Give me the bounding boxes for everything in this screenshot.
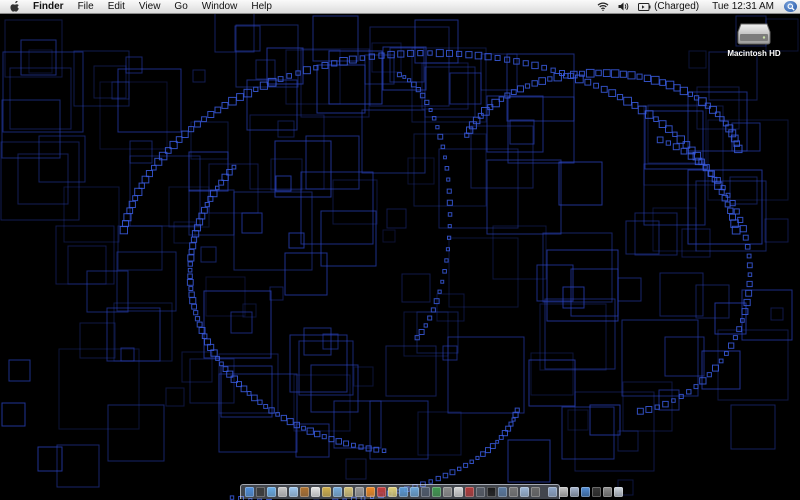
dock-item-dashboard[interactable] [256,487,265,497]
desktop-icon-label: Macintosh HD [727,49,781,58]
dock-item-app-33[interactable] [603,487,612,497]
dock-item-mail[interactable] [278,487,287,497]
dock-item-downloads-stack[interactable] [570,487,579,497]
dock-item-app-16[interactable] [410,487,419,497]
dock-item-app-32[interactable] [592,487,601,497]
dock [240,484,623,499]
dock-item-app-19[interactable] [443,487,452,497]
dock-item-app-24[interactable] [498,487,507,497]
dock-item-app-18[interactable] [432,487,441,497]
hard-drive-icon [737,23,771,45]
dock-item-app-13[interactable] [377,487,386,497]
dock-item-itunes[interactable] [333,487,342,497]
volume-icon[interactable] [618,2,629,11]
dock-item-terminal[interactable] [487,487,496,497]
dock-item-app-26[interactable] [520,487,529,497]
desktop-icon-macintosh-hd[interactable]: Macintosh HD [724,20,784,58]
dock-item-preview[interactable] [322,487,331,497]
dock-item-app-15[interactable] [399,487,408,497]
dock-item-app-27[interactable] [531,487,540,497]
wifi-icon[interactable] [597,2,609,11]
dock-item-documents-stack[interactable] [559,487,568,497]
battery-icon [638,2,651,11]
dock-item-ical[interactable] [311,487,320,497]
menu-view[interactable]: View [132,0,168,13]
menu-file[interactable]: File [71,0,101,13]
menu-help[interactable]: Help [244,0,279,13]
battery-menu[interactable]: (Charged) [638,0,699,13]
dock-item-app-17[interactable] [421,487,430,497]
dock-item-ichat[interactable] [289,487,298,497]
desktop-wallpaper [0,13,800,500]
dock-item-iphoto[interactable] [344,487,353,497]
battery-status: (Charged) [654,1,700,12]
app-name-menu[interactable]: Finder [26,0,71,13]
spotlight-search-button[interactable] [784,1,797,12]
dock-item-finder[interactable] [245,487,254,497]
dock-item-trash[interactable] [614,487,623,497]
dock-item-app-21[interactable] [465,487,474,497]
menu-bar: Finder File Edit View Go Window Help (Ch… [0,0,800,14]
dock-item-app-22[interactable] [476,487,485,497]
dock-item-app-20[interactable] [454,487,463,497]
dock-item-address-book[interactable] [300,487,309,497]
magnifier-icon [787,3,795,11]
dock-item-app-14[interactable] [388,487,397,497]
apple-menu[interactable] [0,1,26,12]
dock-item-app-31[interactable] [581,487,590,497]
menu-edit[interactable]: Edit [101,0,132,13]
dock-item-safari[interactable] [267,487,276,497]
dock-item-system-preferences[interactable] [355,487,364,497]
clock[interactable]: Tue 12:31 AM [712,0,774,13]
dock-item-applications-stack[interactable] [548,487,557,497]
dock-item-vlc[interactable] [366,487,375,497]
apple-icon [10,1,19,12]
menu-window[interactable]: Window [195,0,245,13]
menu-go[interactable]: Go [167,0,194,13]
dock-item-app-25[interactable] [509,487,518,497]
